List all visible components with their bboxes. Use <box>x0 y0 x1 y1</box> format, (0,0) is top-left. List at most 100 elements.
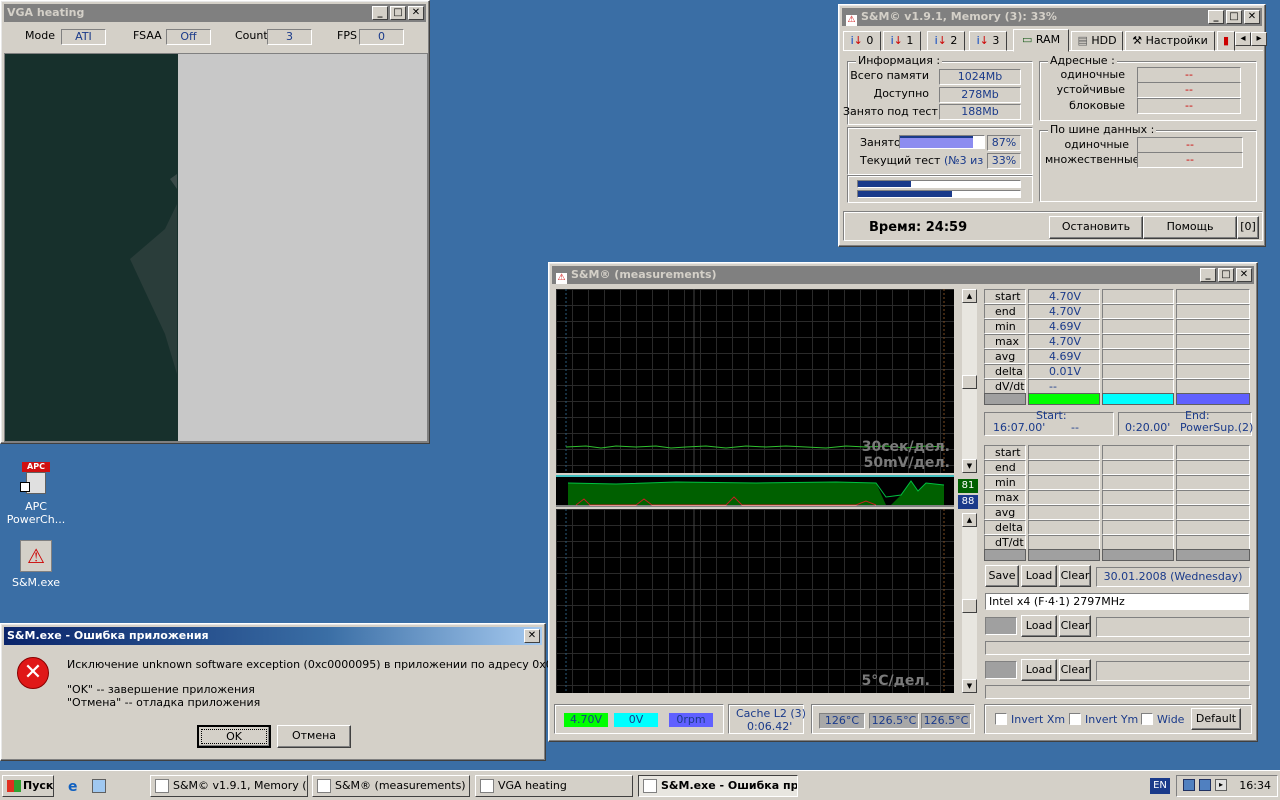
minimize-button[interactable]: _ <box>372 6 388 20</box>
info-group-title: Информация : <box>856 54 943 67</box>
legend-zero-volt: 0V <box>614 713 658 727</box>
bus-single-label: одиночные <box>1064 138 1129 151</box>
stat-value: -- <box>1028 379 1100 394</box>
graph1-scrollbar[interactable]: ▲ ▼ <box>962 289 977 473</box>
clock[interactable]: 16:34 <box>1239 779 1271 792</box>
scroll-down-button[interactable]: ▼ <box>962 459 977 473</box>
stat-key: dV/dt <box>984 379 1026 394</box>
progress-bar-1-fill <box>858 181 912 187</box>
load-button[interactable]: Load <box>1021 565 1057 587</box>
scroll-thumb[interactable] <box>962 599 977 613</box>
color-swatch-cyan[interactable] <box>1102 393 1174 405</box>
tab-scroll-left-button[interactable]: ◂ <box>1235 32 1251 46</box>
network-icon[interactable] <box>1183 779 1195 791</box>
stat-empty <box>1176 490 1250 505</box>
task-sm-memory[interactable]: S&M© v1.9.1, Memory (... <box>150 775 308 797</box>
hdd-icon: ▤ <box>1077 34 1088 47</box>
sm-titlebar[interactable]: ⚠ S&M© v1.9.1, Memory (3): 33% _ □ ✕ <box>842 8 1262 26</box>
graph2-scrollbar[interactable]: ▲ ▼ <box>962 513 977 693</box>
counter-button[interactable]: [0] <box>1237 216 1259 239</box>
network-icon-2[interactable] <box>1199 779 1211 791</box>
meas-maximize-button[interactable]: □ <box>1218 268 1234 282</box>
render-viewport <box>4 53 428 442</box>
stat-empty <box>1102 535 1174 550</box>
maximize-button[interactable]: □ <box>390 6 406 20</box>
tab-extra[interactable]: ▮ <box>1217 31 1235 51</box>
vga-titlebar[interactable]: VGA heating _ □ ✕ <box>4 4 426 22</box>
tab-cpu-0[interactable]: i↓ 0 <box>843 31 881 51</box>
wide-checkbox[interactable]: Wide <box>1141 713 1184 726</box>
scroll-down-button[interactable]: ▼ <box>962 679 977 693</box>
color-swatch-blue[interactable] <box>1176 393 1250 405</box>
language-indicator[interactable]: EN <box>1150 778 1170 794</box>
ok-button[interactable]: OK <box>197 725 271 748</box>
slot-2-load-button[interactable]: Load <box>1021 659 1057 681</box>
start-button[interactable]: Пуск <box>2 775 54 797</box>
tab-cpu-2[interactable]: i↓ 2 <box>927 31 965 51</box>
scroll-up-button[interactable]: ▲ <box>962 289 977 303</box>
meas-title: S&M® (measurements) <box>571 268 717 281</box>
error-titlebar[interactable]: S&M.exe - Ошибка приложения ✕ <box>4 627 542 645</box>
default-button[interactable]: Default <box>1191 708 1241 730</box>
save-button[interactable]: Save <box>985 565 1019 587</box>
sm-maximize-button[interactable]: □ <box>1226 10 1242 24</box>
tab-ram[interactable]: ▭ RAM <box>1013 29 1069 52</box>
invert-y-checkbox[interactable]: Invert Ym <box>1069 713 1138 726</box>
test-memory-label: Занято под тест <box>843 105 938 118</box>
sm-minimize-button[interactable]: _ <box>1208 10 1224 24</box>
stat-value: 4.70V <box>1028 289 1100 304</box>
stat-key: start <box>984 445 1026 460</box>
help-button[interactable]: Помощь <box>1143 216 1237 239</box>
tab-cpu-3[interactable]: i↓ 3 <box>969 31 1007 51</box>
meas-titlebar[interactable]: ⚠ S&M® (measurements) _ □ ✕ <box>552 266 1254 284</box>
slot-2-swatch <box>985 661 1017 679</box>
media-icon[interactable]: ▸ <box>1215 779 1227 791</box>
stat-empty <box>1102 445 1174 460</box>
task-error-dialog[interactable]: S&M.exe - Ошибка пр... <box>638 775 798 797</box>
slot-1-clear-button[interactable]: Clear <box>1059 615 1091 637</box>
clear-button[interactable]: Clear <box>1059 565 1091 587</box>
scroll-thumb[interactable] <box>962 375 977 389</box>
total-memory-label: Всего памяти <box>850 69 929 82</box>
fps-value: 0 <box>359 29 404 45</box>
progress-bar-1 <box>857 180 1021 188</box>
ie-icon[interactable]: e <box>68 779 78 795</box>
meas-close-button[interactable]: ✕ <box>1236 268 1252 282</box>
desktop-icon-sm[interactable]: ⚠ S&M.exe <box>6 540 66 589</box>
graph1-scale-voltage: 50mV/дел. <box>863 455 950 471</box>
color-swatch-green[interactable] <box>1028 393 1100 405</box>
task-measurements[interactable]: S&M® (measurements) <box>312 775 470 797</box>
task-vga-heating[interactable]: VGA heating <box>475 775 633 797</box>
stop-button[interactable]: Остановить <box>1049 216 1143 239</box>
stat-empty <box>1102 334 1174 349</box>
error-dialog: S&M.exe - Ошибка приложения ✕ ✕ Исключен… <box>0 623 605 761</box>
tab-settings[interactable]: ⚒ Настройки <box>1125 31 1215 51</box>
color-swatch-gray[interactable] <box>984 393 1026 405</box>
available-value: 278Mb <box>939 87 1021 103</box>
slot-1-field <box>1096 617 1250 637</box>
meas-minimize-button[interactable]: _ <box>1200 268 1216 282</box>
time-display: Время: 24:59 <box>869 220 968 235</box>
single-value: -- <box>1137 67 1241 83</box>
test-memory-value: 188Mb <box>939 104 1021 120</box>
show-desktop-icon[interactable] <box>92 779 106 793</box>
slot-1-load-button[interactable]: Load <box>1021 615 1057 637</box>
slot-2-clear-button[interactable]: Clear <box>1059 659 1091 681</box>
stat-empty <box>1176 445 1250 460</box>
tab-hdd[interactable]: ▤ HDD <box>1071 31 1123 51</box>
sm-close-button[interactable]: ✕ <box>1244 10 1260 24</box>
stat-key: start <box>984 289 1026 304</box>
invert-x-checkbox[interactable]: Invert Xm <box>995 713 1065 726</box>
cpu-field[interactable]: Intel x4 (F·4·1) 2797MHz <box>985 593 1249 610</box>
count-label: Count <box>235 29 268 42</box>
error-close-button[interactable]: ✕ <box>524 629 540 643</box>
tab-scroll-right-button[interactable]: ▸ <box>1251 32 1267 46</box>
tab-cpu-1[interactable]: i↓ 1 <box>883 31 921 51</box>
slot-1-swatch <box>985 617 1017 635</box>
close-button[interactable]: ✕ <box>408 6 424 20</box>
battery-icon: ▮ <box>1222 34 1230 47</box>
scroll-up-button[interactable]: ▲ <box>962 513 977 527</box>
cancel-button[interactable]: Отмена <box>277 725 351 748</box>
temp-1: 126°C <box>819 713 865 729</box>
desktop-icon-apc[interactable]: APC ↗ APC PowerCh... <box>6 462 66 526</box>
